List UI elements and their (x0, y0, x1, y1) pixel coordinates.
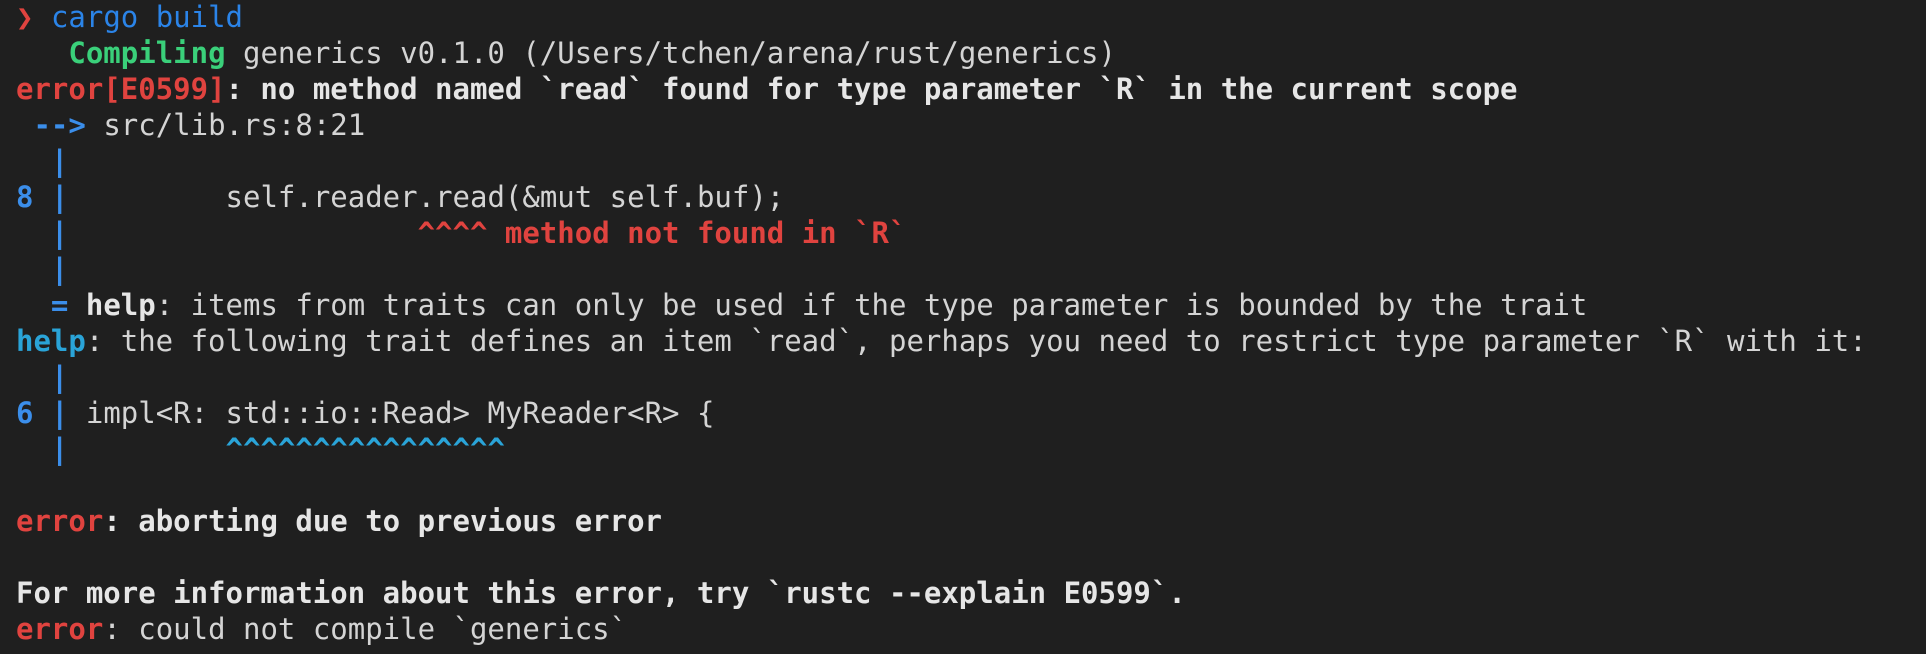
command-name: cargo (50, 0, 139, 34)
compiling-status: Compiling (68, 36, 226, 70)
error-location-line: --> src/lib.rs:8:21 (16, 107, 1926, 143)
note-prefix: = (50, 288, 69, 322)
gutter-line: | (16, 251, 1926, 287)
line-number: 8 (16, 180, 34, 214)
location-arrow: --> (33, 108, 86, 142)
prompt-arrow-icon: ❯ (16, 0, 34, 34)
gutter-bar: | (50, 144, 69, 178)
final-error-line: error: could not compile `generics` (16, 611, 1926, 647)
error-header-line: error[E0599]: no method named `read` fou… (16, 71, 1926, 107)
gutter-bar: | (50, 216, 69, 250)
help-line: help: the following trait defines an ite… (16, 323, 1926, 359)
final-error-text: : could not compile `generics` (103, 612, 628, 646)
source-code: impl<R: std::io::Read> MyReader<R> { (85, 396, 715, 430)
help-text: : the following trait defines an item `r… (85, 324, 1867, 358)
note-label: help (85, 288, 156, 322)
code-line-6: 6 | impl<R: std::io::Read> MyReader<R> { (16, 395, 1926, 431)
gutter-bar: | (50, 360, 69, 394)
pointer-padding (86, 432, 226, 466)
prompt-line: ❯ cargo build (16, 0, 1926, 35)
abort-line: error: aborting due to previous error (16, 503, 1926, 539)
note-text: : items from traits can only be used if … (155, 288, 1588, 322)
abort-label: error (16, 504, 104, 538)
gutter-bar: | (50, 432, 69, 466)
abort-text: : aborting due to previous error (103, 504, 663, 538)
gutter-bar: | (50, 396, 69, 430)
command-argument: build (155, 0, 244, 34)
pointer-line: | ^^^^ method not found in `R` (16, 215, 1926, 251)
terminal-window[interactable]: ❯ cargo build Compiling generics v0.1.0 … (0, 0, 1926, 653)
help-pointer-line: | ^^^^^^^^^^^^^^^^ (16, 431, 1926, 467)
gutter-line: | (16, 359, 1926, 395)
gutter-bar: | (50, 252, 69, 286)
line-number: 6 (16, 396, 34, 430)
error-pointer: ^^^^ method not found in `R` (417, 216, 907, 250)
note-line: = help: items from traits can only be us… (16, 287, 1926, 323)
error-code: error[E0599] (16, 72, 226, 106)
compiling-text: generics v0.1.0 (/Users/tchen/arena/rust… (243, 36, 1116, 70)
help-label: help (16, 324, 86, 358)
code-line-8: 8 | self.reader.read(&mut self.buf); (16, 179, 1926, 215)
gutter-bar: | (50, 180, 69, 214)
gutter-line: | (16, 143, 1926, 179)
error-message: : no method named `read` found for type … (225, 72, 1518, 106)
compiling-line: Compiling generics v0.1.0 (/Users/tchen/… (16, 35, 1926, 71)
error-location: src/lib.rs:8:21 (103, 108, 366, 142)
final-error-label: error (16, 612, 104, 646)
more-info-line: For more information about this error, t… (16, 576, 1186, 610)
pointer-padding (86, 216, 418, 250)
help-pointer: ^^^^^^^^^^^^^^^^ (225, 432, 505, 466)
source-code: self.reader.read(&mut self.buf); (85, 180, 785, 214)
